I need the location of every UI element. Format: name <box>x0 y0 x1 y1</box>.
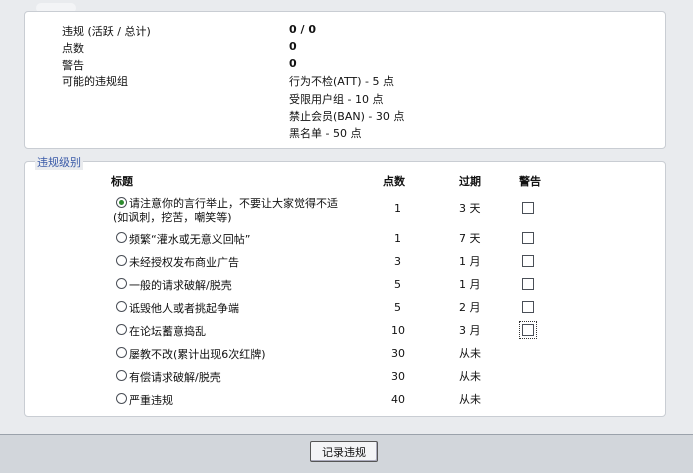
submit-infraction-button[interactable]: 记录违规 <box>310 441 378 462</box>
summary-label-points: 点数 <box>62 42 84 55</box>
infraction-expires: 3 月 <box>459 324 481 337</box>
infraction-title: 频繁“灌水或无意义回帖” <box>129 233 251 246</box>
infraction-title: 屡教不改(累计出现6次红牌) <box>129 348 266 361</box>
infraction-expires: 1 月 <box>459 255 481 268</box>
infraction-radio[interactable] <box>116 324 127 335</box>
form-footer: 记录违规 <box>0 434 693 473</box>
infraction-points: 10 <box>391 324 405 337</box>
summary-value-warnings: 0 <box>289 57 297 70</box>
warning-checkbox[interactable] <box>522 301 534 313</box>
infraction-title: 诋毁他人或者挑起争端 <box>129 302 239 315</box>
infraction-points: 30 <box>391 347 405 360</box>
infraction-title: 严重违规 <box>129 394 173 407</box>
warning-checkbox[interactable] <box>522 278 534 290</box>
infraction-expires: 1 月 <box>459 278 481 291</box>
infraction-radio[interactable] <box>116 278 127 289</box>
infraction-levels-panel: 违规级别 标题 点数 过期 警告 请注意你的言行举止，不要让大家觉得不适 (如讽… <box>24 154 666 417</box>
warning-checkbox[interactable] <box>519 321 537 339</box>
infraction-points: 5 <box>394 301 401 314</box>
col-header-points: 点数 <box>383 175 405 188</box>
warning-checkbox[interactable] <box>522 255 534 267</box>
warning-checkbox[interactable] <box>522 202 534 214</box>
infraction-radio[interactable] <box>116 255 127 266</box>
infraction-expires: 从未 <box>459 347 481 360</box>
infraction-summary-panel: 违规 (活跃 / 总计) 0 / 0 点数 0 警告 0 可能的违规组 行为不检… <box>24 11 666 149</box>
summary-value-infractions: 0 / 0 <box>289 23 316 36</box>
infraction-title: 有偿请求破解/脱壳 <box>129 371 221 384</box>
infraction-expires: 2 月 <box>459 301 481 314</box>
infraction-expires: 7 天 <box>459 232 481 245</box>
infraction-radio[interactable] <box>116 393 127 404</box>
infraction-title-continued: (如讽刺，挖苦，嘲笑等) <box>113 211 232 224</box>
infraction-radio[interactable] <box>116 347 127 358</box>
infraction-radio[interactable] <box>116 232 127 243</box>
infraction-points: 1 <box>394 232 401 245</box>
infraction-expires: 3 天 <box>459 202 481 215</box>
col-header-title: 标题 <box>111 175 133 188</box>
infraction-points: 5 <box>394 278 401 291</box>
infraction-radio[interactable] <box>116 197 127 208</box>
infraction-points: 40 <box>391 393 405 406</box>
infraction-points: 3 <box>394 255 401 268</box>
col-header-expires: 过期 <box>459 175 481 188</box>
infraction-title: 在论坛蓄意捣乱 <box>129 325 206 338</box>
section-legend: 违规级别 <box>35 154 83 170</box>
group-item: 禁止会员(BAN) - 30 点 <box>289 110 405 123</box>
infraction-radio[interactable] <box>116 301 127 312</box>
summary-label-groups: 可能的违规组 <box>62 75 128 88</box>
summary-label-warnings: 警告 <box>62 59 84 72</box>
group-item: 行为不检(ATT) - 5 点 <box>289 75 394 88</box>
warning-checkbox[interactable] <box>522 232 534 244</box>
summary-label-infractions: 违规 (活跃 / 总计) <box>62 25 151 38</box>
group-item: 受限用户组 - 10 点 <box>289 93 384 106</box>
col-header-warning: 警告 <box>519 175 541 188</box>
infraction-expires: 从未 <box>459 393 481 406</box>
infraction-title: 未经授权发布商业广告 <box>129 256 239 269</box>
infraction-points: 30 <box>391 370 405 383</box>
infraction-points: 1 <box>394 202 401 215</box>
group-item: 黑名单 - 50 点 <box>289 127 362 140</box>
infraction-expires: 从未 <box>459 370 481 383</box>
infraction-title: 一般的请求破解/脱壳 <box>129 279 232 292</box>
summary-value-points: 0 <box>289 40 297 53</box>
infraction-radio[interactable] <box>116 370 127 381</box>
